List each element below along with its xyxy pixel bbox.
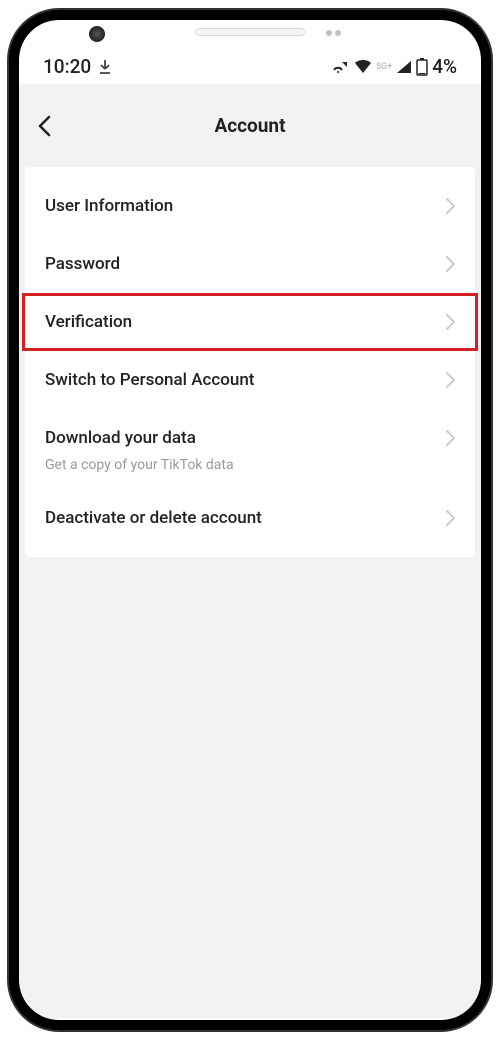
settings-list: User Information Password Verification Swit… <box>25 167 475 557</box>
status-time: 10:20 <box>43 55 91 78</box>
list-item-label: Deactivate or delete account <box>45 508 262 528</box>
list-item-verification[interactable]: Verification <box>22 293 478 351</box>
list-item-user-information[interactable]: User Information <box>25 177 475 235</box>
speaker-notch <box>19 28 481 36</box>
list-item-label: Switch to Personal Account <box>45 370 254 390</box>
back-button[interactable] <box>37 115 51 137</box>
chevron-right-icon <box>446 198 455 214</box>
wifi-icon <box>354 60 372 74</box>
sensor-dots <box>326 30 341 36</box>
page-title: Account <box>39 114 461 137</box>
chevron-right-icon <box>446 372 455 388</box>
battery-percent: 4% <box>432 55 457 78</box>
chevron-left-icon <box>37 115 51 137</box>
list-item-password[interactable]: Password <box>25 235 475 293</box>
list-item-label: Password <box>45 254 120 274</box>
chevron-right-icon <box>446 510 455 526</box>
list-item-deactivate-or-delete-account[interactable]: Deactivate or delete account <box>25 489 475 547</box>
list-item-switch-to-personal-account[interactable]: Switch to Personal Account <box>25 351 475 409</box>
battery-icon <box>416 58 428 76</box>
signal-icon <box>396 60 412 74</box>
list-item-label: User Information <box>45 196 173 216</box>
phone-frame: 10:20 5G+ <box>9 10 491 1030</box>
chevron-right-icon <box>446 430 455 446</box>
navbar: Account <box>19 84 481 167</box>
chevron-right-icon <box>446 314 455 330</box>
list-item-download-your-data[interactable]: Download your data <box>25 409 475 467</box>
list-item-label: Download your data <box>45 428 196 448</box>
download-icon <box>99 60 111 74</box>
phone-wifi-icon <box>332 60 350 74</box>
network-label: 5G+ <box>376 62 392 72</box>
list-item-label: Verification <box>45 312 132 332</box>
chevron-right-icon <box>446 256 455 272</box>
